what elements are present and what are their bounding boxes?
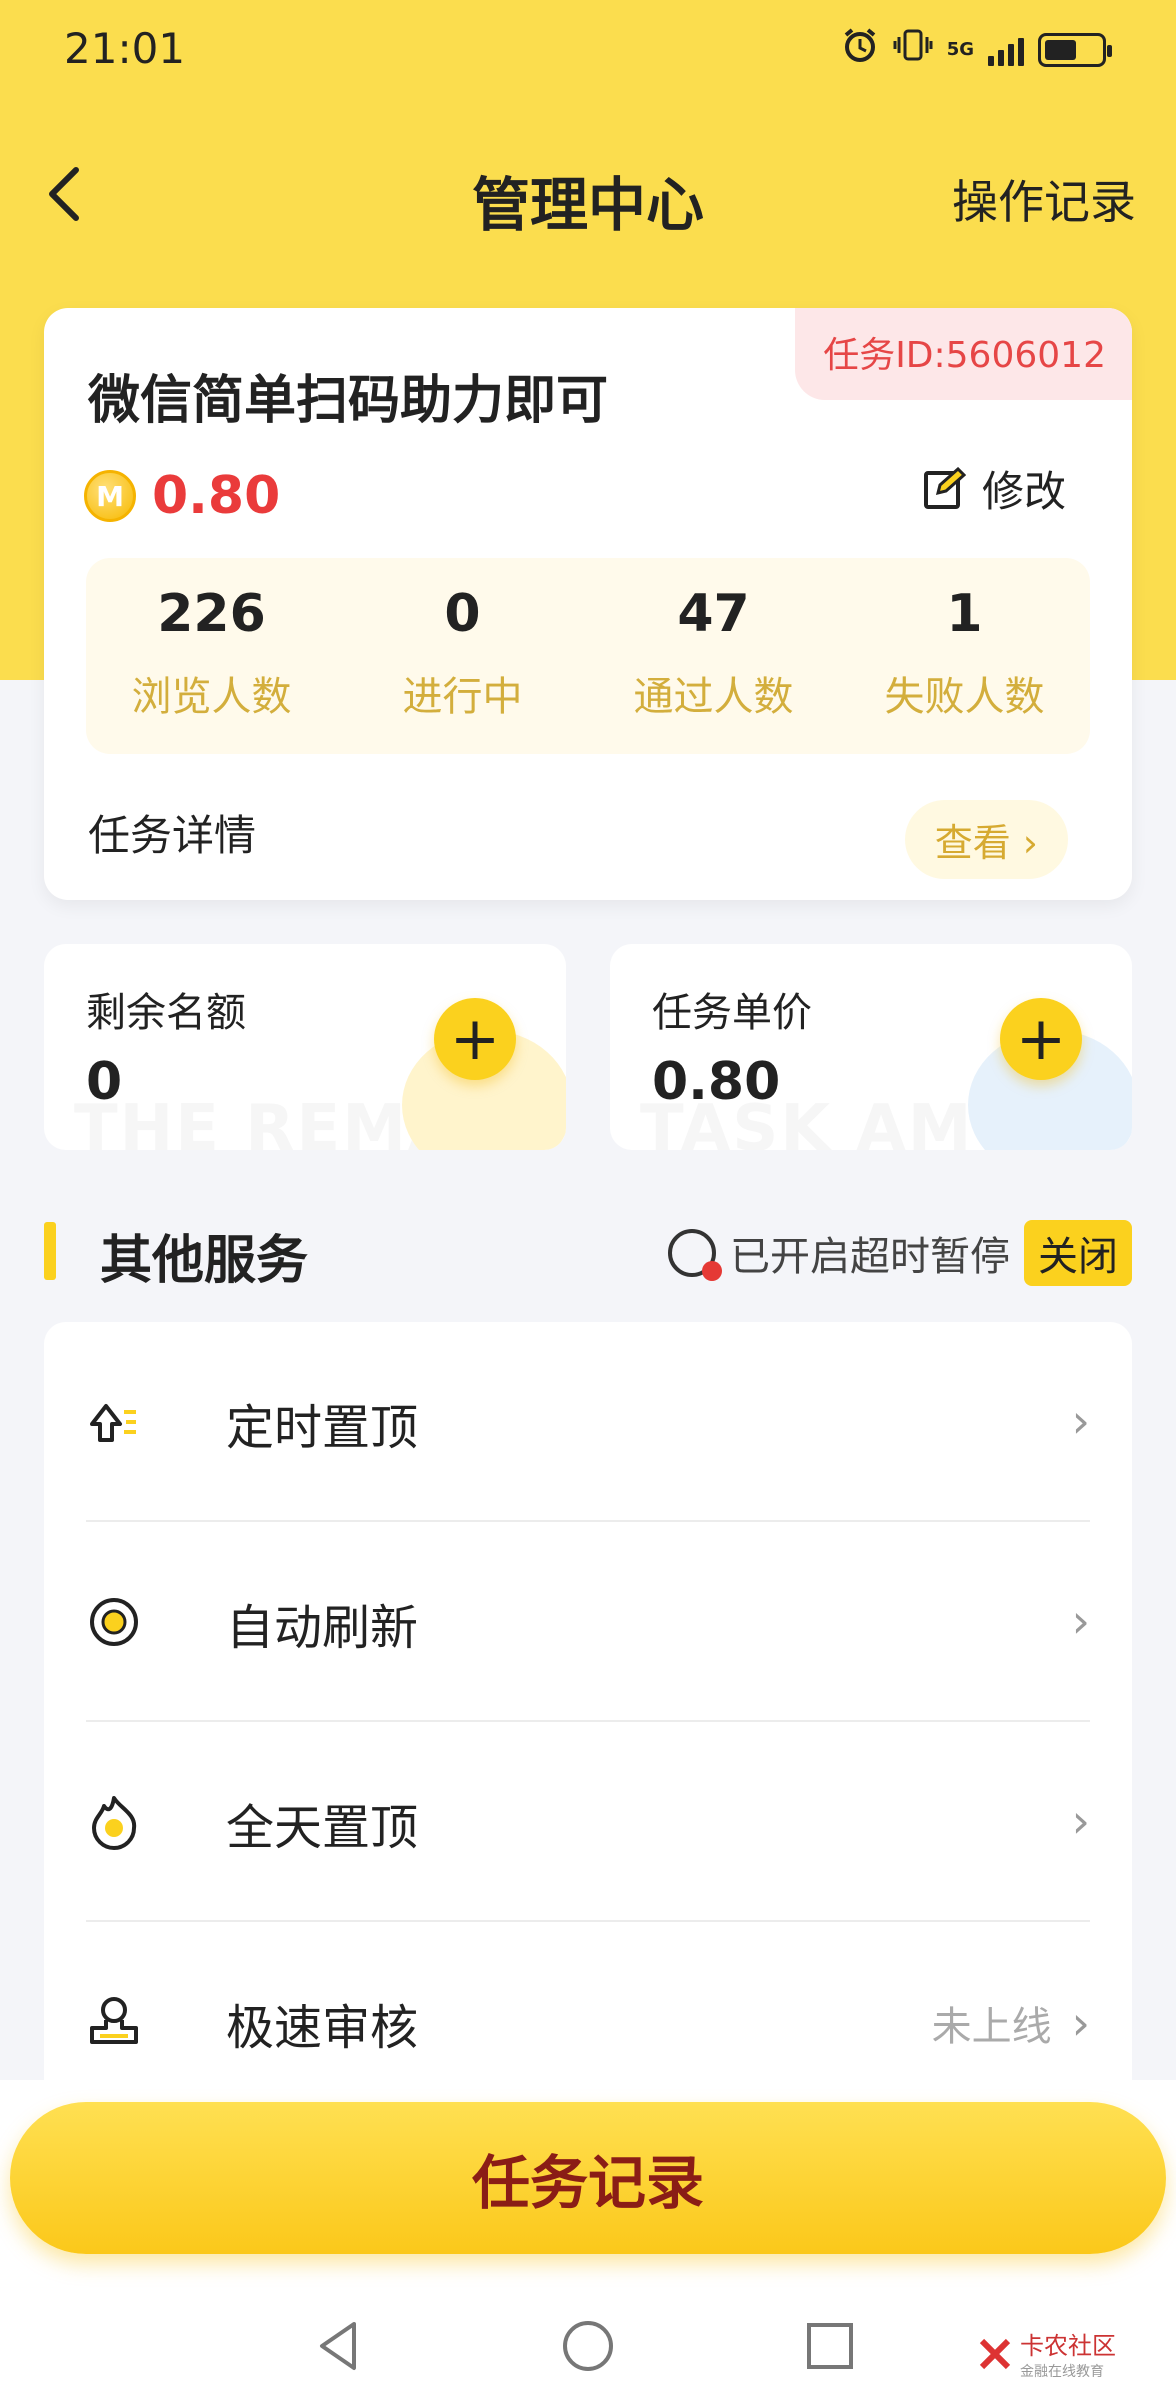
plus-icon: + (449, 1004, 501, 1074)
stat-label: 失败人数 (884, 674, 1045, 720)
watermark-logo-icon (979, 2338, 1011, 2369)
unit-price-card: TASK AMOU 任务单价 0.80 + (610, 944, 1132, 1150)
task-title: 微信简单扫码助力即可 (88, 371, 609, 431)
task-price: 0.80 (152, 466, 281, 526)
edit-icon (923, 466, 966, 509)
stat-value: 47 (677, 584, 750, 644)
chevron-right-icon: › (1071, 1996, 1090, 2050)
stat-passed: 47 通过人数 (588, 558, 839, 754)
services-list: 定时置顶 › 自动刷新 › 全天置顶 › 极速审核 未上线 › (44, 1322, 1132, 2122)
scheduled-top-icon (90, 1404, 136, 1442)
nav-bar: 管理中心 操作记录 (0, 140, 1176, 250)
nav-home-icon[interactable] (558, 2316, 618, 2376)
watermark-text: 卡农社区 (1020, 2332, 1116, 2360)
view-detail-button[interactable]: 查看 › (904, 800, 1068, 879)
remaining-quota-card: THE REMAIN 剩余名额 0 + (44, 944, 566, 1150)
price-value: 0.80 (652, 1052, 781, 1112)
signal-icon (988, 34, 1024, 66)
system-nav-bar: 卡农社区 金融在线教育 (0, 2296, 1176, 2400)
service-item-all-day-top[interactable]: 全天置顶 › (86, 1722, 1090, 1922)
battery-icon (1038, 32, 1112, 67)
close-timeout-button[interactable]: 关闭 (1024, 1220, 1132, 1286)
price-title: 任务单价 (652, 990, 812, 1036)
quota-title: 剩余名额 (86, 990, 246, 1036)
chevron-right-icon: › (1071, 1394, 1090, 1448)
operation-log-link[interactable]: 操作记录 (952, 166, 1136, 232)
stat-value: 226 (157, 584, 266, 644)
chevron-right-icon: › (1071, 1794, 1090, 1848)
other-services-header: 其他服务 已开启超时暂停 关闭 (44, 1210, 1132, 1291)
timeout-status-text: 已开启超时暂停 (730, 1234, 1010, 1280)
stats-panel: 226 浏览人数 0 进行中 47 通过人数 1 失败人数 (86, 558, 1090, 754)
status-bar: 21:01 5G (0, 0, 1176, 100)
service-label: 极速审核 (226, 2000, 419, 2056)
task-detail-label: 任务详情 (88, 811, 257, 860)
task-records-button[interactable]: 任务记录 (10, 2102, 1166, 2254)
stat-failed: 1 失败人数 (839, 558, 1090, 754)
network-type: 5G (946, 38, 974, 60)
status-icons: 5G (841, 26, 1112, 73)
bottom-area: 任务记录 卡农社区 金融在线教育 (0, 2080, 1176, 2400)
task-id-badge: 任务ID:5606012 (795, 308, 1132, 400)
stat-label: 浏览人数 (131, 674, 292, 720)
stat-label: 通过人数 (633, 674, 794, 720)
site-watermark: 卡农社区 金融在线教育 (978, 2326, 1116, 2381)
raise-price-button[interactable]: + (1000, 998, 1082, 1080)
fast-review-icon (90, 1997, 138, 2044)
section-accent-bar (44, 1222, 56, 1280)
service-label: 自动刷新 (226, 1600, 419, 1656)
edit-label: 修改 (981, 467, 1066, 516)
task-card: 任务ID:5606012 微信简单扫码助力即可 M 0.80 修改 226 浏览… (44, 308, 1132, 900)
stat-value: 1 (946, 584, 983, 644)
service-item-scheduled-top[interactable]: 定时置顶 › (86, 1322, 1090, 1522)
service-item-auto-refresh[interactable]: 自动刷新 › (86, 1522, 1090, 1722)
edit-button[interactable]: 修改 (922, 458, 1066, 519)
section-title: 其他服务 (100, 1231, 309, 1291)
price-row: M 0.80 (84, 466, 280, 526)
quota-value: 0 (86, 1052, 123, 1112)
stat-value: 0 (444, 584, 481, 644)
stat-views: 226 浏览人数 (86, 558, 337, 754)
timeout-clock-icon (668, 1229, 722, 1281)
auto-refresh-icon (90, 1598, 138, 1646)
status-time: 21:01 (64, 24, 186, 73)
stat-in-progress: 0 进行中 (337, 558, 588, 754)
add-quota-button[interactable]: + (434, 998, 516, 1080)
service-status: 未上线 (931, 2004, 1052, 2050)
plus-icon: + (1015, 1004, 1067, 1074)
service-label: 全天置顶 (226, 1800, 419, 1856)
chevron-right-icon: › (1071, 1594, 1090, 1648)
nav-recents-icon[interactable] (800, 2316, 860, 2376)
watermark-subtext: 金融在线教育 (1020, 2364, 1104, 2380)
timeout-pause-status: 已开启超时暂停 关闭 (668, 1220, 1132, 1286)
stat-label: 进行中 (402, 674, 523, 720)
coin-icon: M (84, 470, 136, 522)
nav-back-icon[interactable] (310, 2316, 370, 2376)
vibrate-icon (893, 27, 933, 72)
alarm-icon (841, 26, 879, 73)
service-label: 定时置顶 (226, 1400, 419, 1456)
all-day-top-icon (92, 1796, 137, 1850)
